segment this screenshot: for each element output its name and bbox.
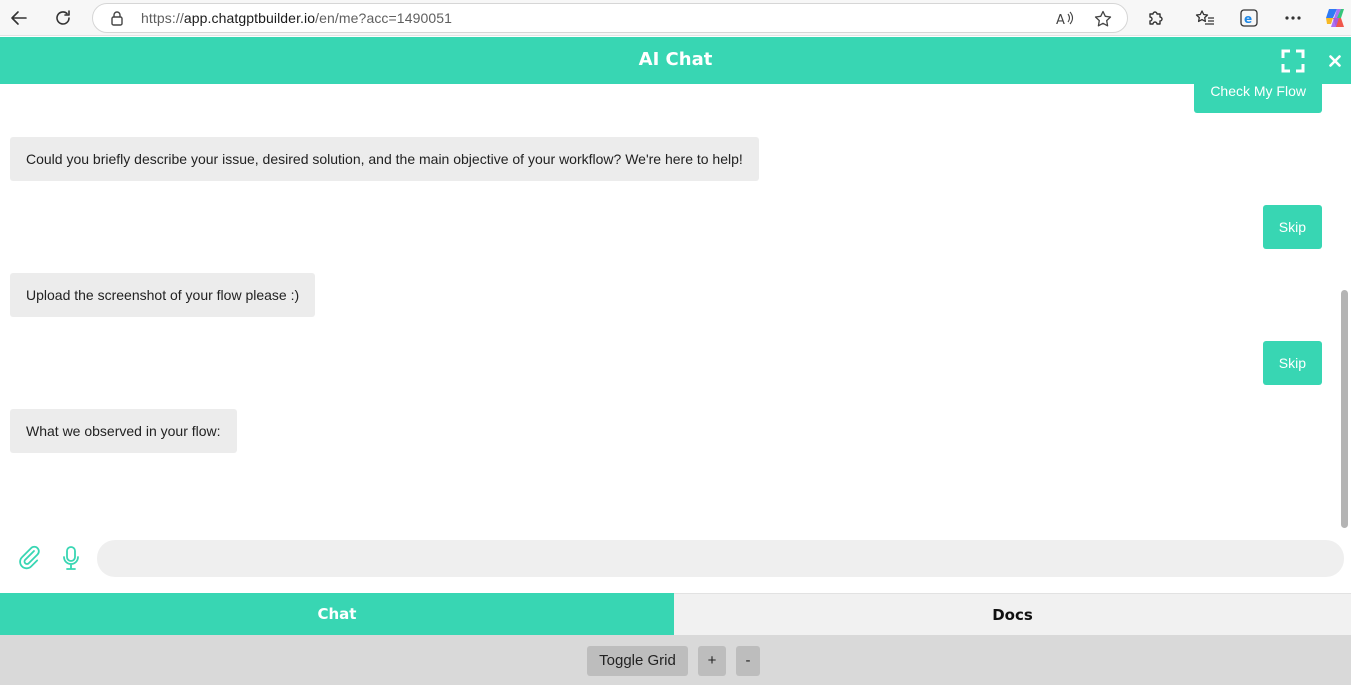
url-path: /en/me?acc=1490051	[315, 10, 453, 26]
browser-toolbar: https://app.chatgptbuilder.io/en/me?acc=…	[0, 0, 1351, 36]
lock-icon[interactable]	[109, 10, 125, 26]
read-aloud-icon[interactable]: A	[1055, 9, 1075, 29]
copilot-icon[interactable]	[1322, 5, 1348, 31]
puzzle-icon[interactable]	[1146, 8, 1166, 28]
messages-scrollbar[interactable]	[1338, 84, 1351, 530]
url-prefix: https://	[141, 10, 184, 26]
toggle-grid-button[interactable]: Toggle Grid	[587, 646, 688, 676]
back-arrow-icon[interactable]	[6, 5, 32, 31]
svg-text:A: A	[1056, 13, 1065, 27]
bot-message: Upload the screenshot of your flow pleas…	[10, 273, 316, 317]
edge-icon[interactable]: e	[1238, 7, 1260, 29]
quick-reply-button[interactable]: Skip	[1262, 205, 1322, 249]
address-bar[interactable]: https://app.chatgptbuilder.io/en/me?acc=…	[92, 3, 1128, 33]
zoom-in-button[interactable]: +	[698, 646, 726, 676]
chat-header: AI Chat	[0, 37, 1351, 84]
tab-bar: Chat Docs	[0, 593, 1351, 635]
svg-text:e: e	[1244, 12, 1252, 26]
url-text: https://app.chatgptbuilder.io/en/me?acc=…	[141, 10, 452, 26]
bot-message: Could you briefly describe your issue, d…	[10, 137, 759, 181]
quick-reply-button[interactable]: Check My Flow	[1194, 84, 1322, 113]
url-host: app.chatgptbuilder.io	[183, 10, 316, 26]
bottom-toolbar: Toggle Grid + -	[0, 635, 1351, 685]
reload-icon[interactable]	[50, 5, 76, 31]
composer	[0, 530, 1351, 593]
bot-message: What we observed in your flow:	[10, 409, 237, 453]
scrollbar-thumb[interactable]	[1341, 290, 1348, 528]
zoom-out-button[interactable]: -	[736, 646, 760, 676]
quick-reply-button[interactable]: Skip	[1262, 341, 1322, 385]
more-dots-icon[interactable]	[1282, 8, 1304, 28]
message-input[interactable]	[97, 540, 1344, 577]
paperclip-icon[interactable]	[16, 544, 42, 572]
chat-title: AI Chat	[638, 49, 713, 70]
star-icon[interactable]	[1093, 9, 1113, 29]
favorites-list-icon[interactable]	[1195, 8, 1215, 28]
tab-docs[interactable]: Docs	[674, 593, 1351, 635]
tab-chat[interactable]: Chat	[0, 593, 674, 635]
close-icon[interactable]	[1327, 53, 1343, 69]
message-list: Check My Flow Could you briefly describe…	[0, 84, 1338, 530]
fullscreen-icon[interactable]	[1280, 48, 1305, 73]
microphone-icon[interactable]	[60, 544, 82, 572]
